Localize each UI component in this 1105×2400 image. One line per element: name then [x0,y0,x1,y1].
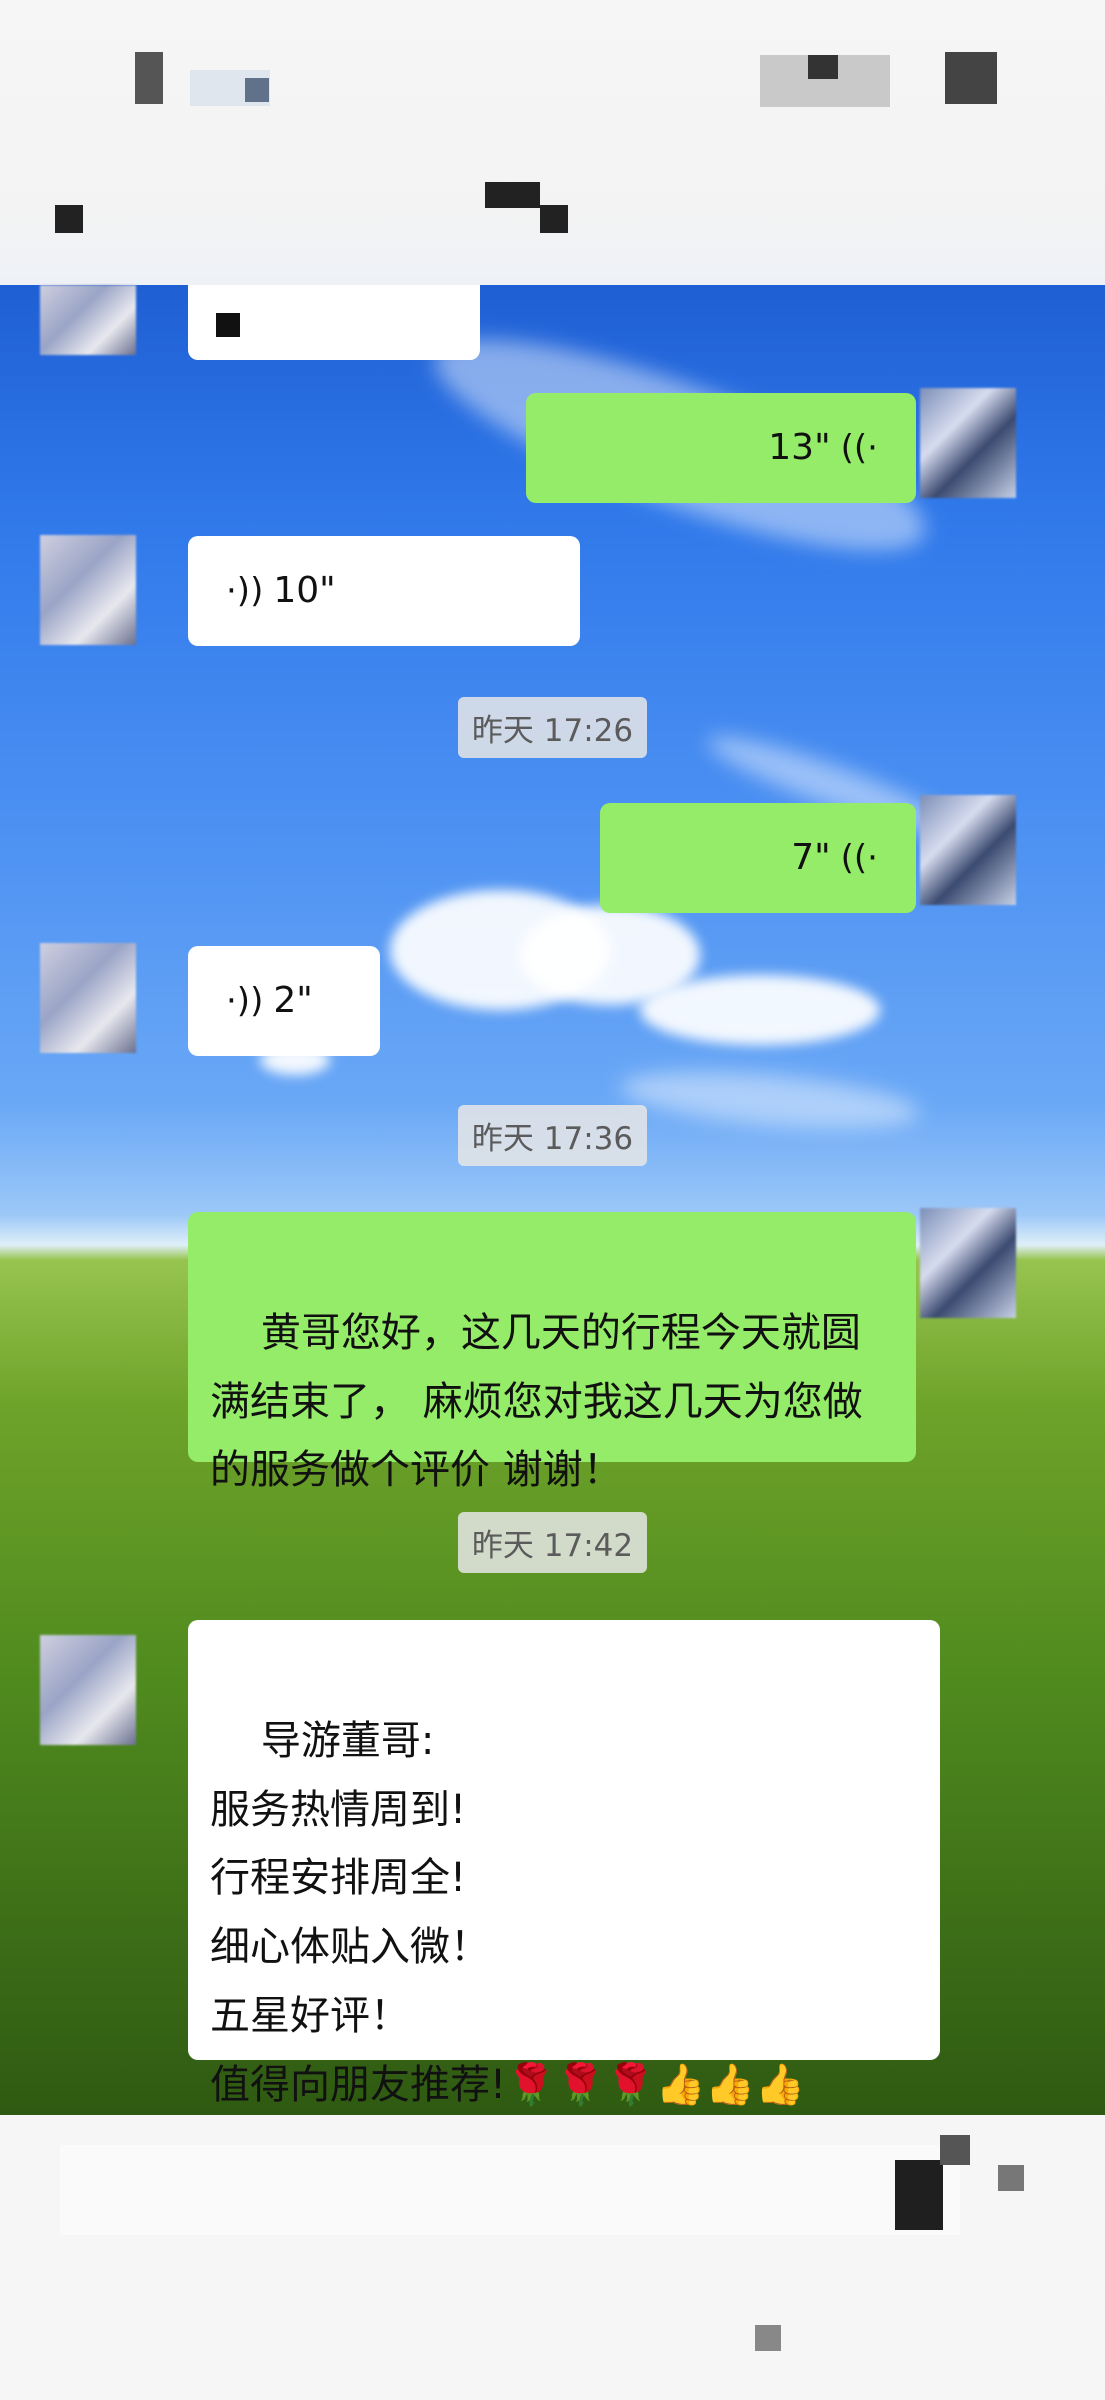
voice-wave-icon: ((· [840,837,878,878]
text-message-bubble[interactable]: 黄哥您好，这几天的行程今天就圆满结束了， 麻烦您对我这几天为您做的服务做个评价 … [188,1212,916,1493]
chat-screen: 13" ((· ·)) 10" 昨天 17:26 7" ((· ·)) 2" 昨… [0,0,1105,2400]
input-icon-blur[interactable] [940,2135,970,2165]
voice-duration: 10" [273,570,336,611]
avatar[interactable] [920,388,1016,498]
avatar[interactable] [40,943,136,1053]
avatar[interactable] [40,1635,136,1745]
voice-message-bubble[interactable]: ·)) 2" [188,946,380,1056]
input-icon-blur[interactable] [895,2160,943,2230]
message-text-blur [216,313,240,337]
voice-wave-icon: ·)) [226,570,264,611]
avatar[interactable] [40,285,136,355]
message-text: 导游董哥: 服务热情周到! 行程安排周全! 细心体贴入微！ 五星好评！ 值得向朋… [210,1717,805,2108]
avatar[interactable] [40,535,136,645]
status-bar-blur [808,55,838,79]
top-bar-blurred [0,0,1105,285]
input-bar-blurred [0,2115,1105,2400]
voice-message-bubble[interactable]: ·)) 10" [188,536,580,646]
status-bar-blur [245,78,269,102]
message-input-blur[interactable] [60,2145,960,2235]
voice-wave-icon: ((· [840,427,878,468]
cloud-decoration [640,975,880,1045]
status-bar-blur [945,52,997,104]
home-indicator-blur [755,2325,781,2351]
voice-wave-icon: ·)) [226,980,264,1021]
message-bubble-partial[interactable] [188,285,480,360]
chat-title-blur [540,205,568,233]
text-message-bubble[interactable]: 导游董哥: 服务热情周到! 行程安排周全! 细心体贴入微！ 五星好评！ 值得向朋… [188,1620,940,2108]
avatar[interactable] [920,795,1016,905]
nav-back-blur[interactable] [55,205,83,233]
voice-message-bubble[interactable]: 13" ((· [526,393,916,503]
message-timestamp: 昨天 17:26 [0,697,1105,758]
message-timestamp: 昨天 17:36 [0,1105,1105,1166]
voice-duration: 2" [273,980,313,1021]
voice-message-bubble[interactable]: 7" ((· [600,803,916,913]
input-icon-blur[interactable] [998,2165,1024,2191]
chat-title-blur [485,182,540,208]
voice-duration: 13" [768,427,831,468]
message-timestamp: 昨天 17:42 [0,1512,1105,1573]
voice-duration: 7" [791,837,831,878]
avatar[interactable] [920,1208,1016,1318]
status-bar-blur [135,52,163,104]
